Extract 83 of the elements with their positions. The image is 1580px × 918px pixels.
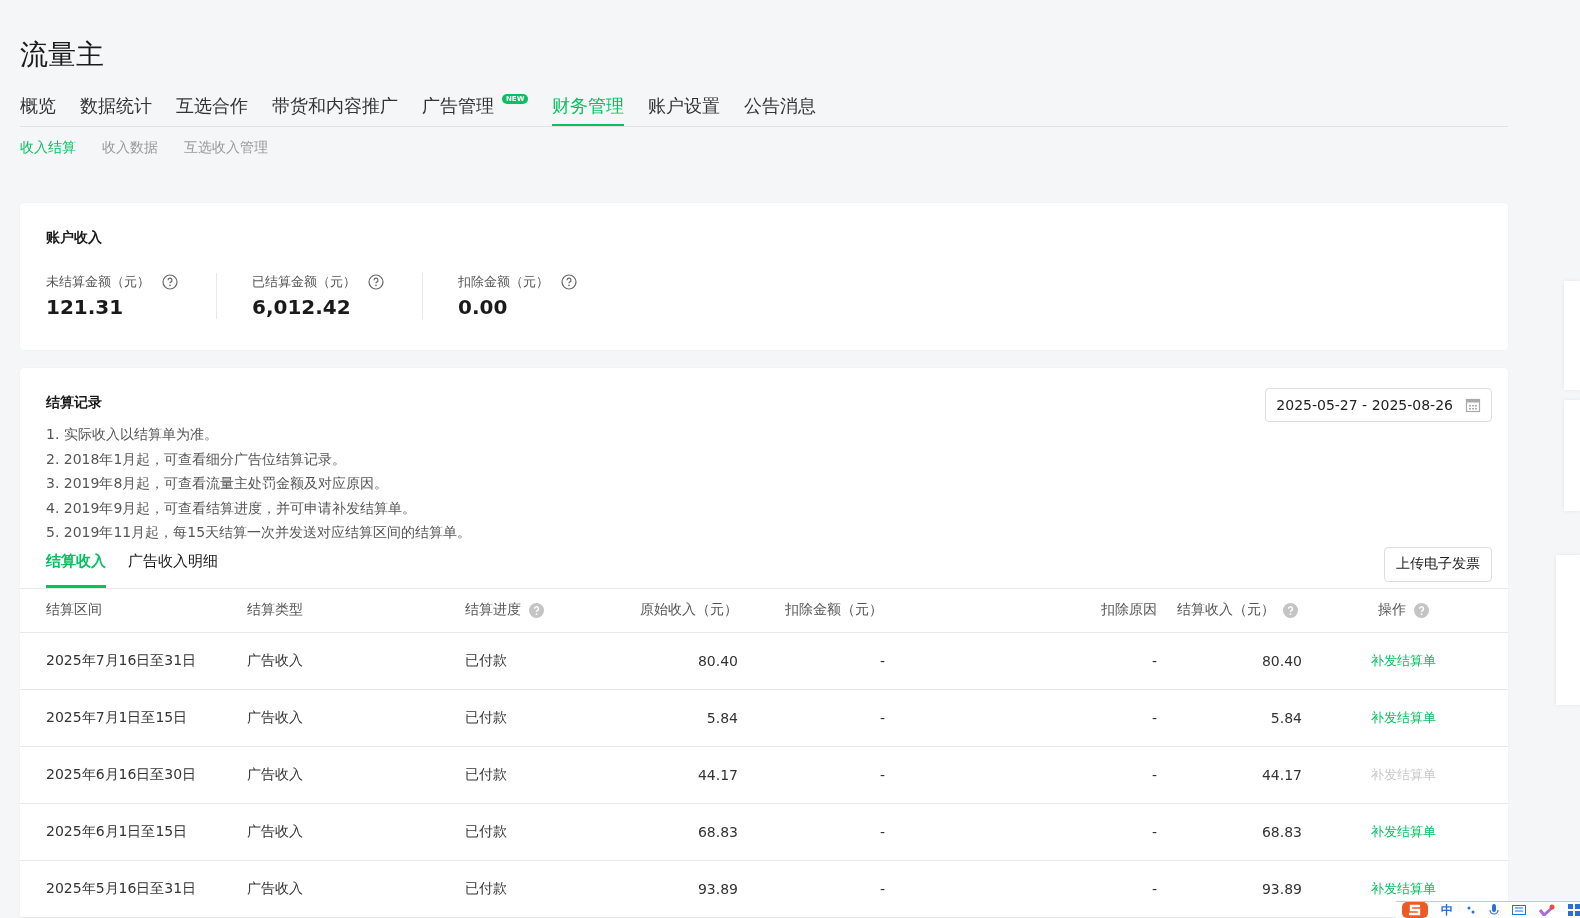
microphone-icon[interactable] bbox=[1489, 904, 1499, 916]
table-cell: 广告收入 bbox=[247, 765, 303, 784]
card-title: 结算记录 bbox=[46, 394, 103, 412]
table-cell: 80.40 bbox=[697, 652, 738, 669]
table-cell: 68.83 bbox=[697, 823, 738, 840]
ime-logo-icon[interactable] bbox=[1402, 902, 1428, 918]
table-cell: 已付款 bbox=[465, 822, 507, 841]
nav-tab[interactable]: 带货和内容推广 bbox=[272, 94, 398, 126]
table-cell: 93.89 bbox=[1261, 880, 1302, 897]
stat-value: 121.31 bbox=[46, 295, 125, 319]
stat-label: 扣除金额（元） bbox=[458, 273, 549, 291]
sub-tab[interactable]: 互选收入管理 bbox=[184, 139, 268, 157]
grid-icon[interactable] bbox=[1568, 904, 1580, 916]
table-cell: - bbox=[879, 652, 885, 669]
stat-value: 6,012.42 bbox=[252, 295, 352, 319]
calendar-icon bbox=[1465, 397, 1481, 413]
skin-icon[interactable] bbox=[1539, 904, 1555, 916]
help-icon[interactable] bbox=[162, 274, 178, 290]
table-cell: 广告收入 bbox=[247, 651, 303, 670]
reissue-link[interactable]: 补发结算单 bbox=[1370, 651, 1436, 670]
nav-tab[interactable]: 互选合作 bbox=[176, 94, 248, 126]
table-cell: 5.84 bbox=[706, 709, 738, 726]
table-cell: - bbox=[1151, 823, 1157, 840]
nav-tab[interactable]: 数据统计 bbox=[80, 94, 152, 126]
note-text: 3. 2019年8月起，可查看流量主处罚金额及对应原因。 bbox=[46, 474, 390, 493]
table-cell: 2025年6月16日至30日 bbox=[46, 765, 197, 784]
table-cell: - bbox=[1151, 880, 1157, 897]
column-header: 结算进度 bbox=[465, 601, 521, 619]
table-cell: 2025年7月1日至15日 bbox=[46, 708, 188, 727]
column-header: 扣除金额（元） bbox=[785, 601, 883, 619]
table-cell: - bbox=[879, 880, 885, 897]
record-tab[interactable]: 广告收入明细 bbox=[128, 551, 218, 588]
table-cell: 5.84 bbox=[1270, 709, 1302, 726]
table-cell: - bbox=[1151, 652, 1157, 669]
note-text: 1. 实际收入以结算单为准。 bbox=[46, 425, 219, 444]
table-cell: 2025年5月16日至31日 bbox=[46, 879, 197, 898]
column-header: 结算类型 bbox=[247, 601, 303, 619]
table-cell: 已付款 bbox=[465, 651, 507, 670]
column-header: 原始收入（元） bbox=[640, 601, 738, 619]
reissue-link[interactable]: 补发结算单 bbox=[1370, 822, 1436, 841]
table-cell: 80.40 bbox=[1261, 652, 1302, 669]
table-cell: - bbox=[1151, 766, 1157, 783]
ime-mode[interactable]: 中 bbox=[1441, 901, 1453, 918]
table-cell: 已付款 bbox=[465, 708, 507, 727]
table-cell: 已付款 bbox=[465, 879, 507, 898]
nav-tab[interactable]: 概览 bbox=[20, 94, 56, 126]
table-cell: - bbox=[879, 823, 885, 840]
note-text: 2. 2018年1月起，可查看细分广告位结算记录。 bbox=[46, 449, 348, 469]
note-text: 5. 2019年11月起，每15天结算一次并发送对应结算区间的结算单。 bbox=[46, 523, 472, 542]
card-title: 账户收入 bbox=[46, 229, 103, 247]
nav-tab[interactable]: 账户设置 bbox=[648, 94, 721, 126]
table-cell: 68.83 bbox=[1261, 823, 1302, 840]
sub-tab[interactable]: 收入数据 bbox=[102, 139, 158, 157]
date-range-field[interactable]: 2025-05-27 - 2025-08-26 bbox=[1265, 388, 1492, 422]
table-cell: 广告收入 bbox=[247, 879, 303, 898]
table-cell: 2025年7月16日至31日 bbox=[46, 651, 197, 670]
reissue-link[interactable]: 补发结算单 bbox=[1370, 879, 1436, 898]
column-header: 结算收入（元） bbox=[1177, 601, 1275, 619]
table-cell: 93.89 bbox=[697, 880, 738, 897]
upload-invoice-button[interactable]: 上传电子发票 bbox=[1384, 546, 1492, 582]
app-title: 流量主 bbox=[20, 37, 105, 73]
note-text: 4. 2019年9月起，可查看结算进度，并可申请补发结算单。 bbox=[46, 498, 418, 518]
column-header: 结算区间 bbox=[46, 601, 102, 619]
nav-tab[interactable]: 公告消息 bbox=[744, 94, 817, 126]
table-cell: - bbox=[879, 709, 885, 726]
stat-label: 未结算金额（元） bbox=[46, 273, 150, 291]
keyboard-icon[interactable] bbox=[1512, 905, 1526, 915]
table-cell: 2025年6月1日至15日 bbox=[46, 822, 188, 841]
column-header: 扣除原因 bbox=[1101, 601, 1157, 619]
table-cell: 44.17 bbox=[697, 766, 738, 783]
punctuation-icon[interactable] bbox=[1466, 905, 1476, 915]
table-cell: 广告收入 bbox=[247, 708, 303, 727]
column-header: 操作 bbox=[1377, 601, 1406, 619]
stat-label: 已结算金额（元） bbox=[252, 273, 356, 291]
table-cell: 广告收入 bbox=[247, 822, 303, 841]
stat-value: 0.00 bbox=[458, 295, 509, 319]
table-cell: 已付款 bbox=[465, 765, 507, 784]
table-cell: 44.17 bbox=[1261, 766, 1302, 783]
help-icon[interactable] bbox=[561, 274, 577, 290]
table-cell: - bbox=[879, 766, 885, 783]
reissue-link[interactable]: 补发结算单 bbox=[1370, 708, 1436, 727]
help-icon[interactable] bbox=[368, 274, 384, 290]
table-cell: - bbox=[1151, 709, 1157, 726]
